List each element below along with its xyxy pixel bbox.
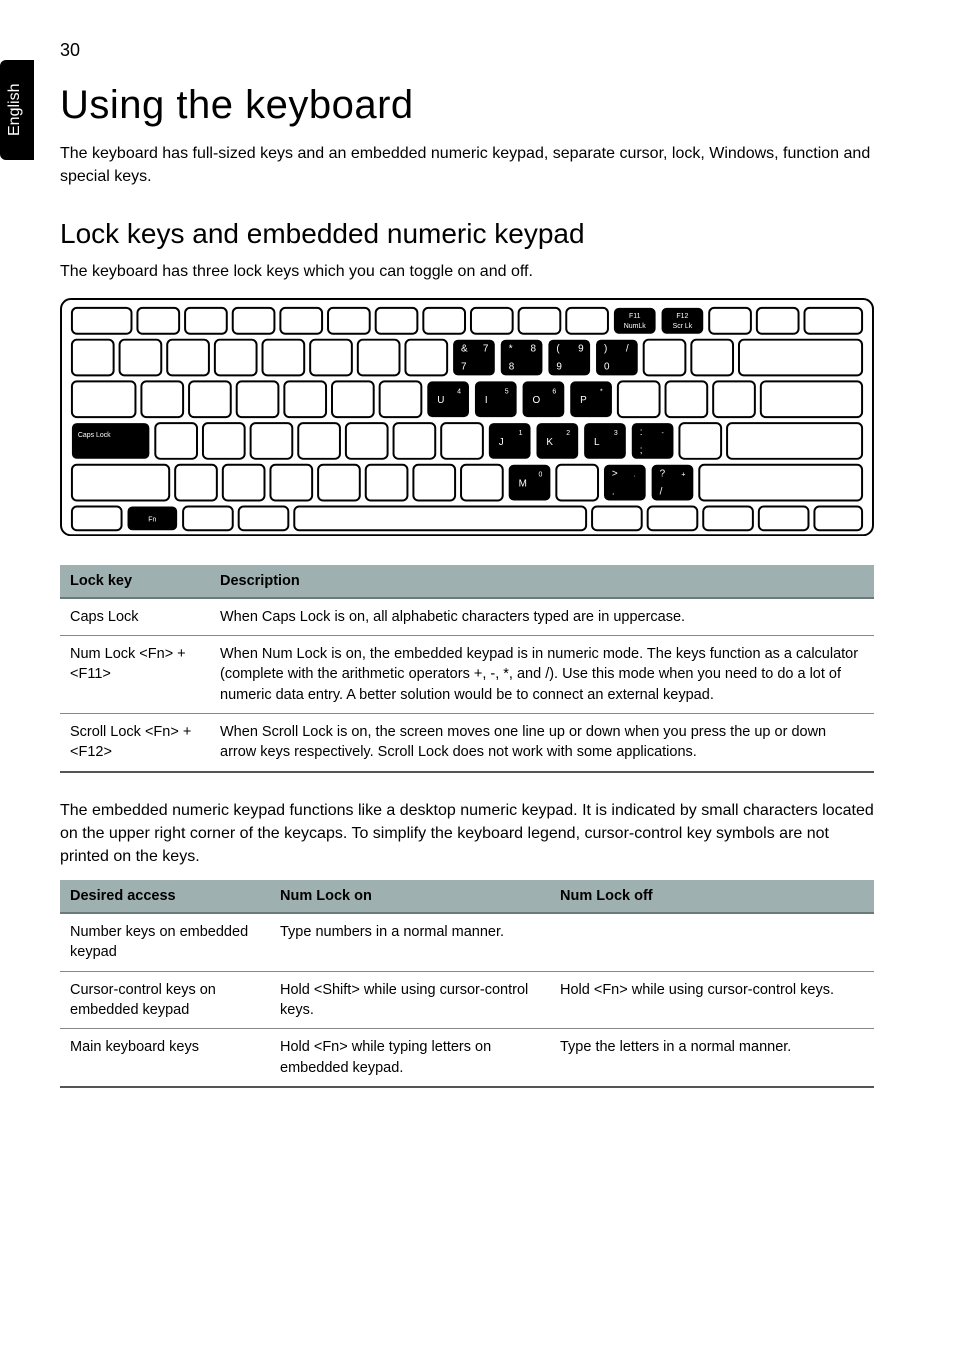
table2-header-2: Num Lock on (270, 880, 550, 913)
key-p: P* (570, 381, 612, 417)
svg-text:): ) (604, 343, 607, 354)
lock-key-table: Lock key Description Caps Lock When Caps… (60, 565, 874, 773)
key-7: & 7 7 (453, 339, 495, 375)
svg-text:5: 5 (505, 388, 509, 395)
svg-text:4: 4 (457, 388, 461, 395)
key-l: L3 (584, 423, 626, 459)
svg-text:;: ; (640, 444, 643, 455)
table2-cell: Main keyboard keys (60, 1029, 270, 1087)
svg-text:K: K (546, 436, 553, 447)
svg-text:I: I (485, 395, 488, 406)
key-period: >.. (604, 464, 646, 500)
caps-lock-label: Caps Lock (78, 432, 111, 439)
key-9: ( 9 9 (548, 339, 590, 375)
svg-text:0: 0 (538, 471, 542, 478)
table1-cell-key: Caps Lock (60, 598, 210, 636)
keyboard-illustration: .k{fill:#fff;stroke:#000;stroke-width:2;… (60, 298, 874, 541)
key-o: O6 (523, 381, 565, 417)
desired-access-table: Desired access Num Lock on Num Lock off … (60, 880, 874, 1088)
table1-cell-key: Num Lock <Fn> + <F11> (60, 636, 210, 714)
svg-text:>: > (612, 468, 618, 479)
f12-sub: Scr Lk (673, 322, 693, 329)
table2-header-3: Num Lock off (550, 880, 874, 913)
key-m: M0 (509, 464, 551, 500)
svg-text:9: 9 (578, 343, 584, 354)
key-i: I5 (475, 381, 517, 417)
key-slash: ? + / (652, 464, 694, 500)
table2-cell: Cursor-control keys on embedded keypad (60, 971, 270, 1029)
table-row: Caps Lock When Caps Lock is on, all alph… (60, 598, 874, 636)
page-title: Using the keyboard (60, 83, 874, 128)
svg-text:&: & (461, 343, 468, 354)
intro-paragraph: The keyboard has full-sized keys and an … (60, 142, 874, 188)
key-semicolon: : -; (632, 423, 674, 459)
keyboard-svg: .k{fill:#fff;stroke:#000;stroke-width:2;… (60, 298, 874, 536)
table2-cell (550, 913, 874, 971)
svg-text:-: - (662, 430, 664, 437)
svg-text:6: 6 (552, 388, 556, 395)
table2-cell: Hold <Fn> while using cursor-control key… (550, 971, 874, 1029)
key-8: * 8 8 (501, 339, 543, 375)
key-j: J1 (489, 423, 531, 459)
svg-text:2: 2 (566, 430, 570, 437)
section-title: Lock keys and embedded numeric keypad (60, 218, 874, 250)
svg-text:/: / (660, 486, 663, 497)
svg-text:7: 7 (483, 343, 489, 354)
table-row: Num Lock <Fn> + <F11> When Num Lock is o… (60, 636, 874, 714)
svg-text:P: P (580, 395, 587, 406)
table2-cell: Type numbers in a normal manner. (270, 913, 550, 971)
svg-text:*: * (600, 388, 603, 395)
f12-label: F12 (676, 312, 688, 319)
svg-text:M: M (519, 478, 527, 489)
table1-cell-desc: When Num Lock is on, the embedded keypad… (210, 636, 874, 714)
table2-cell: Number keys on embedded keypad (60, 913, 270, 971)
table2-header-1: Desired access (60, 880, 270, 913)
svg-text:*: * (509, 343, 513, 354)
table-row: Number keys on embedded keypad Type numb… (60, 913, 874, 971)
svg-text:9: 9 (556, 361, 562, 372)
svg-text:7: 7 (461, 361, 467, 372)
svg-text:3: 3 (614, 430, 618, 437)
svg-text:.: . (612, 486, 615, 497)
table-row: Main keyboard keys Hold <Fn> while typin… (60, 1029, 874, 1087)
key-0: ) / 0 (596, 339, 638, 375)
table1-cell-desc: When Caps Lock is on, all alphabetic cha… (210, 598, 874, 636)
svg-text:U: U (437, 395, 444, 406)
page-number: 30 (60, 40, 874, 61)
table1-header-key: Lock key (60, 565, 210, 598)
f11-label: F11 (629, 312, 641, 319)
svg-text:0: 0 (604, 361, 610, 372)
fn-label: Fn (148, 516, 156, 523)
language-tab: English (0, 60, 34, 160)
mid-paragraph: The embedded numeric keypad functions li… (60, 799, 874, 869)
svg-text:J: J (499, 436, 504, 447)
svg-text::: : (640, 427, 643, 438)
svg-text:.: . (634, 471, 636, 478)
svg-text:1: 1 (519, 430, 523, 437)
table2-cell: Type the letters in a normal manner. (550, 1029, 874, 1087)
table1-header-desc: Description (210, 565, 874, 598)
table2-cell: Hold <Fn> while typing letters on embedd… (270, 1029, 550, 1087)
section-intro: The keyboard has three lock keys which y… (60, 260, 874, 283)
svg-text:/: / (626, 343, 629, 354)
f11-sub: NumLk (624, 322, 647, 329)
table1-cell-key: Scroll Lock <Fn> + <F12> (60, 713, 210, 771)
table-row: Scroll Lock <Fn> + <F12> When Scroll Loc… (60, 713, 874, 771)
svg-text:L: L (594, 436, 600, 447)
table2-cell: Hold <Shift> while using cursor-control … (270, 971, 550, 1029)
key-u: U4 (427, 381, 469, 417)
svg-text:?: ? (660, 468, 666, 479)
svg-text:8: 8 (531, 343, 537, 354)
svg-text:+: + (681, 471, 685, 478)
table-row: Cursor-control keys on embedded keypad H… (60, 971, 874, 1029)
svg-text:O: O (533, 395, 541, 406)
table1-cell-desc: When Scroll Lock is on, the screen moves… (210, 713, 874, 771)
key-k: K2 (536, 423, 578, 459)
svg-text:8: 8 (509, 361, 515, 372)
